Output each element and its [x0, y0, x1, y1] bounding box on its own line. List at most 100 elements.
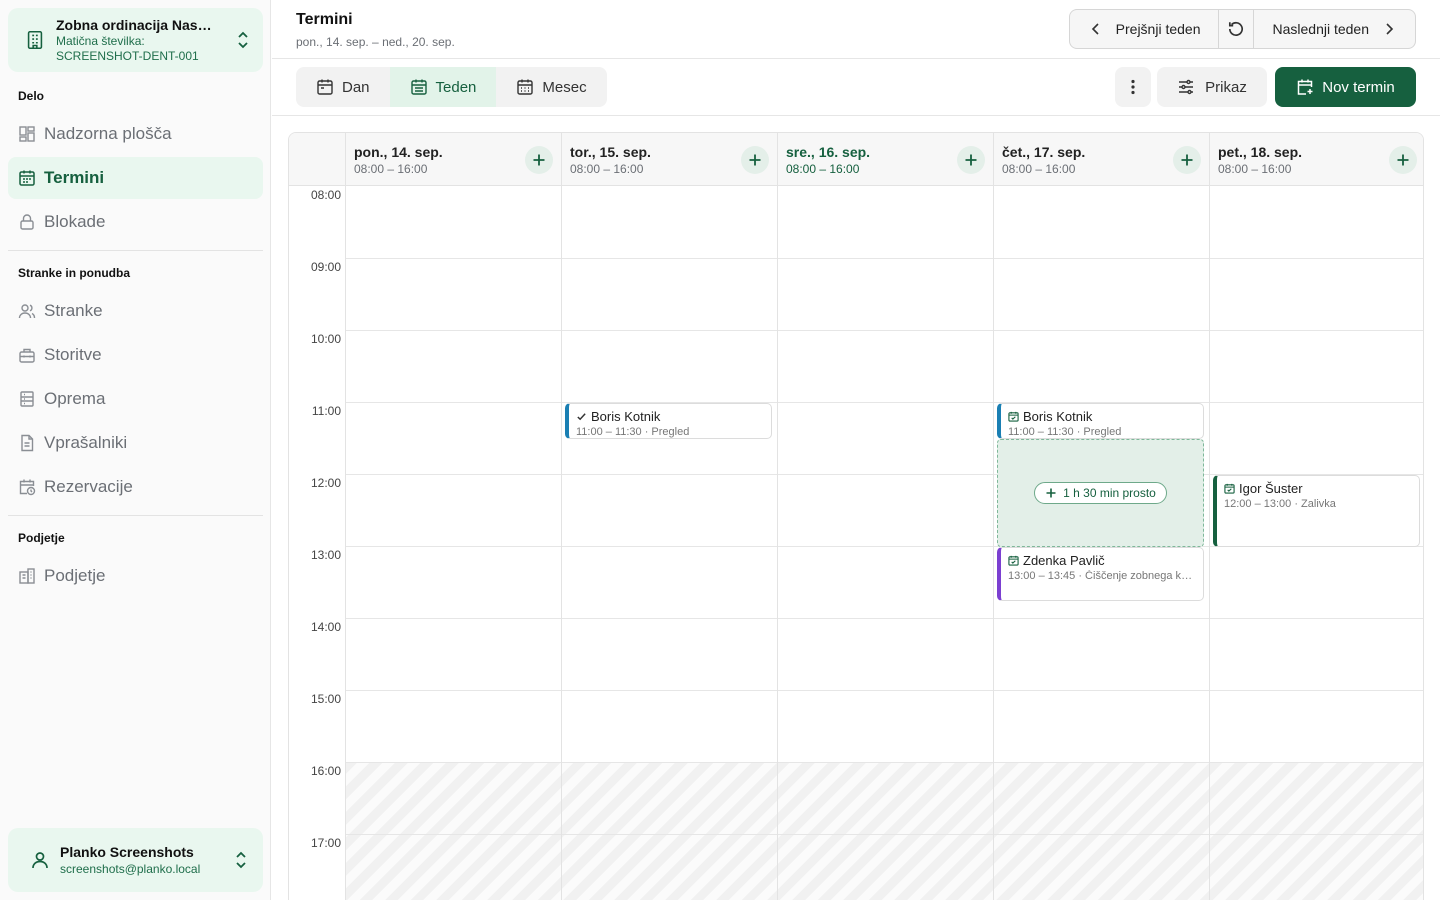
day-header: pon., 14. sep. 08:00 – 16:00 — [345, 133, 561, 186]
time-label: 14:00 — [310, 620, 341, 634]
time-label: 16:00 — [310, 764, 341, 778]
refresh-icon — [1229, 22, 1244, 36]
nav-section-company: Podjetje — [18, 531, 65, 545]
prev-week-button[interactable]: Prejšnji teden — [1070, 10, 1219, 48]
day-label: tor., 15. sep. — [570, 144, 651, 160]
organization-id-label: Matična številka: — [56, 34, 145, 48]
hour-line — [345, 258, 1423, 259]
calendar-check-icon — [1008, 411, 1019, 422]
appointment-client: Igor Šuster — [1239, 481, 1303, 496]
appointment-meta: 13:00 – 13:45 · Čiščenje zobnega kamna — [1008, 570, 1195, 582]
time-label: 11:00 — [311, 404, 341, 418]
time-label: 10:00 — [310, 332, 341, 346]
office-building-icon — [19, 568, 35, 584]
time-label: 09:00 — [310, 260, 341, 274]
free-time-slot[interactable]: 1 h 30 min prosto — [997, 439, 1204, 547]
column-line — [1209, 186, 1210, 900]
appointment-card[interactable]: Boris Kotnik 11:00 – 11:30 · Pregled — [997, 403, 1204, 439]
tab-month[interactable]: Mesec — [496, 67, 606, 107]
nav-section-clients: Stranke in ponudba — [18, 266, 131, 280]
sidebar-item-clients[interactable]: Stranke — [8, 290, 263, 332]
day-hours: 08:00 – 16:00 — [570, 162, 644, 176]
sliders-icon — [1179, 79, 1194, 95]
hour-line — [345, 690, 1423, 691]
building-icon — [27, 30, 43, 50]
chevron-up-down-icon — [238, 31, 248, 49]
add-appointment-button[interactable] — [957, 146, 985, 174]
user-menu[interactable]: Planko Screenshots screenshots@planko.lo… — [8, 828, 263, 892]
sidebar-item-questionnaires[interactable]: Vprašalniki — [8, 422, 263, 464]
appointment-card[interactable]: Zdenka Pavlič 13:00 – 13:45 · Čiščenje z… — [997, 547, 1204, 601]
book-free-slot-button[interactable]: 1 h 30 min prosto — [1034, 482, 1167, 504]
sidebar-item-label: Storitve — [44, 345, 102, 364]
more-vertical-icon — [1131, 79, 1135, 95]
organization-switcher[interactable]: Zobna ordinacija Nas… Matična številka: … — [8, 8, 263, 72]
sidebar-item-appointments[interactable]: Termini — [8, 157, 263, 199]
calendar-plus-icon — [1297, 79, 1313, 95]
plus-icon — [749, 154, 761, 166]
plus-icon — [1181, 154, 1193, 166]
sidebar-item-equipment[interactable]: Oprema — [8, 378, 263, 420]
add-appointment-button[interactable] — [1173, 146, 1201, 174]
plus-icon — [533, 154, 545, 166]
appointment-client: Zdenka Pavlič — [1023, 553, 1105, 568]
appointment-card[interactable]: Boris Kotnik 11:00 – 11:30 · Pregled — [565, 403, 772, 439]
page-title: Termini — [296, 11, 353, 28]
plus-icon — [1046, 488, 1056, 498]
sidebar-item-services[interactable]: Storitve — [8, 334, 263, 376]
sidebar-item-reservations[interactable]: Rezervacije — [8, 466, 263, 508]
day-header: tor., 15. sep. 08:00 – 16:00 — [561, 133, 777, 186]
add-appointment-button[interactable] — [525, 146, 553, 174]
calendar-week-icon — [410, 79, 427, 95]
column-line — [345, 186, 346, 900]
time-column: 08:00 09:00 10:00 11:00 12:00 13:00 14:0… — [289, 186, 345, 900]
current-week-button[interactable] — [1218, 10, 1253, 48]
hour-line — [345, 330, 1423, 331]
more-options-button[interactable] — [1115, 67, 1151, 107]
column-line — [561, 186, 562, 900]
time-label: 15:00 — [310, 692, 341, 706]
day-hours: 08:00 – 16:00 — [1218, 162, 1292, 176]
divider — [8, 250, 263, 251]
new-appointment-button[interactable]: Nov termin — [1275, 67, 1416, 107]
add-appointment-button[interactable] — [741, 146, 769, 174]
tab-week[interactable]: Teden — [389, 67, 497, 107]
week-calendar: pon., 14. sep. 08:00 – 16:00 tor., 15. s… — [288, 132, 1424, 900]
lock-icon — [20, 214, 34, 230]
sidebar-item-blocks[interactable]: Blokade — [8, 201, 263, 243]
calendar-grid[interactable]: Boris Kotnik 11:00 – 11:30 · Pregled Bor… — [345, 186, 1423, 900]
day-label: čet., 17. sep. — [1002, 144, 1086, 160]
time-label: 17:00 — [310, 836, 341, 850]
sidebar-item-label: Blokade — [44, 212, 106, 231]
next-week-button[interactable]: Naslednji teden — [1253, 10, 1415, 48]
user-icon — [32, 852, 48, 869]
calendar-check-icon — [1224, 483, 1235, 494]
chevron-up-down-icon — [236, 851, 246, 869]
add-appointment-button[interactable] — [1389, 146, 1417, 174]
hour-line — [345, 834, 1423, 835]
sidebar-item-label: Nadzorna plošča — [44, 124, 172, 143]
calendar-check-icon — [1008, 555, 1019, 566]
hour-line — [345, 762, 1423, 763]
appointment-meta: 12:00 – 13:00 · Zalivka — [1224, 498, 1336, 510]
check-icon — [577, 413, 586, 421]
day-hours: 08:00 – 16:00 — [354, 162, 428, 176]
organization-id: SCREENSHOT-DENT-001 — [56, 49, 199, 63]
appointment-client: Boris Kotnik — [591, 409, 661, 424]
calendar-toolbar: Dan Teden Mesec Prikaz Nov termin — [272, 59, 1440, 116]
divider — [8, 515, 263, 516]
view-settings-button[interactable]: Prikaz — [1157, 67, 1267, 107]
nav-section-work: Delo — [18, 89, 45, 103]
view-switcher: Dan Teden Mesec — [296, 67, 607, 107]
sidebar-item-dashboard[interactable]: Nadzorna plošča — [8, 113, 263, 155]
tab-day[interactable]: Dan — [296, 67, 390, 107]
time-label: 13:00 — [310, 548, 341, 562]
day-label: pon., 14. sep. — [354, 144, 443, 160]
appointment-card[interactable]: Igor Šuster 12:00 – 13:00 · Zalivka — [1213, 475, 1420, 547]
sidebar-item-company[interactable]: Podjetje — [8, 555, 263, 597]
sidebar-item-label: Oprema — [44, 389, 106, 408]
day-label: pet., 18. sep. — [1218, 144, 1303, 160]
sidebar-item-label: Termini — [44, 168, 105, 187]
calendar-header: pon., 14. sep. 08:00 – 16:00 tor., 15. s… — [289, 133, 1423, 186]
organization-name: Zobna ordinacija Nas… — [56, 17, 212, 33]
